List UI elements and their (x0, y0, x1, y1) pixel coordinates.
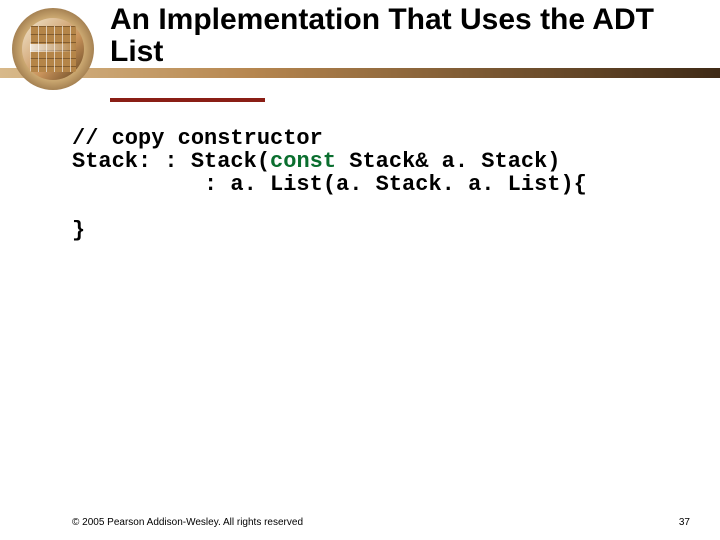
code-line-2b: Stack& a. Stack) (336, 149, 560, 174)
copyright-text: © 2005 Pearson Addison-Wesley. All right… (72, 517, 303, 528)
code-line-1: // copy constructor (72, 126, 323, 151)
publisher-logo (12, 8, 94, 90)
decorative-top-band (0, 68, 720, 78)
code-line-4 (72, 195, 85, 220)
page-number: 37 (679, 517, 690, 528)
slide-title: An Implementation That Uses the ADT List (110, 4, 700, 69)
code-line-2a: Stack: : Stack( (72, 149, 270, 174)
code-line-5: } (72, 218, 85, 243)
code-block: // copy constructor Stack: : Stack(const… (72, 128, 690, 242)
slide: An Implementation That Uses the ADT List… (0, 0, 720, 540)
code-line-3: : a. List(a. Stack. a. List){ (72, 172, 587, 197)
slide-footer: © 2005 Pearson Addison-Wesley. All right… (72, 517, 690, 528)
title-underline (110, 98, 265, 102)
keyword-const: const (270, 149, 336, 174)
